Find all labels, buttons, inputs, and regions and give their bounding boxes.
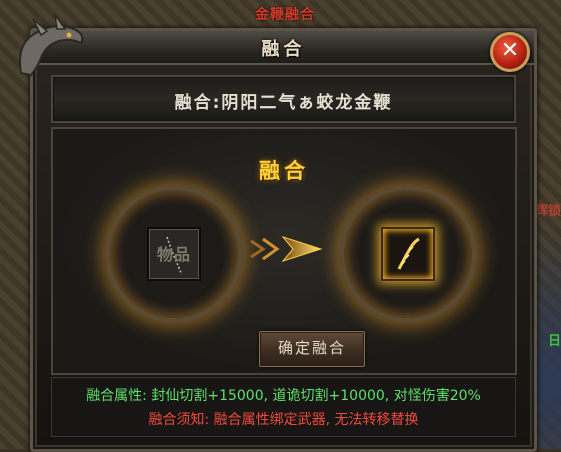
close-button[interactable]: ✕ (490, 32, 530, 72)
fusion-arrow-icon (247, 236, 323, 262)
result-item-slot[interactable] (381, 227, 435, 281)
fusion-notice-line: 融合须知: 融合属性绑定武器, 无法转移替换 (52, 409, 515, 429)
attributes-value: 封仙切割+15000, 道诡切割+10000, 对怪伤害20% (151, 388, 481, 404)
golden-whip-icon (397, 237, 420, 270)
confirm-fusion-button[interactable]: 确定融合 (259, 331, 365, 367)
fusion-attributes-line: 融合属性: 封仙切割+15000, 道诡切割+10000, 对怪伤害20% (52, 385, 515, 405)
notice-label: 融合须知: (148, 412, 210, 428)
source-item-slot[interactable]: 物品 (147, 227, 201, 281)
dragon-ornament-icon (19, 14, 84, 77)
world-label-side: 辉锁 (534, 204, 561, 219)
result-ring (339, 185, 477, 323)
fusion-dialog: 融合 ✕ 融合:阴阳二气ぁ蛟龙金鞭 融合 物品 确定融合 融合属性: 封仙切割+… (19, 14, 537, 452)
world-label-top: 金鞭融合 (255, 7, 315, 23)
fusion-info-box: 融合属性: 封仙切割+15000, 道诡切割+10000, 对怪伤害20% 融合… (51, 377, 516, 437)
dialog-title: 融合 (261, 39, 306, 60)
item-name: 融合:阴阳二气ぁ蛟龙金鞭 (174, 93, 393, 113)
notice-value: 融合属性绑定武器, 无法转移替换 (213, 412, 419, 428)
source-ring: 物品 (105, 185, 243, 323)
source-slot-label: 物品 (156, 245, 191, 264)
world-label-green: 日 (547, 334, 561, 349)
attributes-label: 融合属性: (86, 388, 147, 404)
title-bar[interactable]: 融合 (33, 31, 534, 65)
fusion-panel-title: 融合 (259, 159, 309, 183)
close-icon: ✕ (500, 38, 520, 63)
fusion-panel: 融合 物品 确定融合 (51, 127, 517, 375)
item-name-bar: 融合:阴阳二气ぁ蛟龙金鞭 (51, 75, 516, 123)
